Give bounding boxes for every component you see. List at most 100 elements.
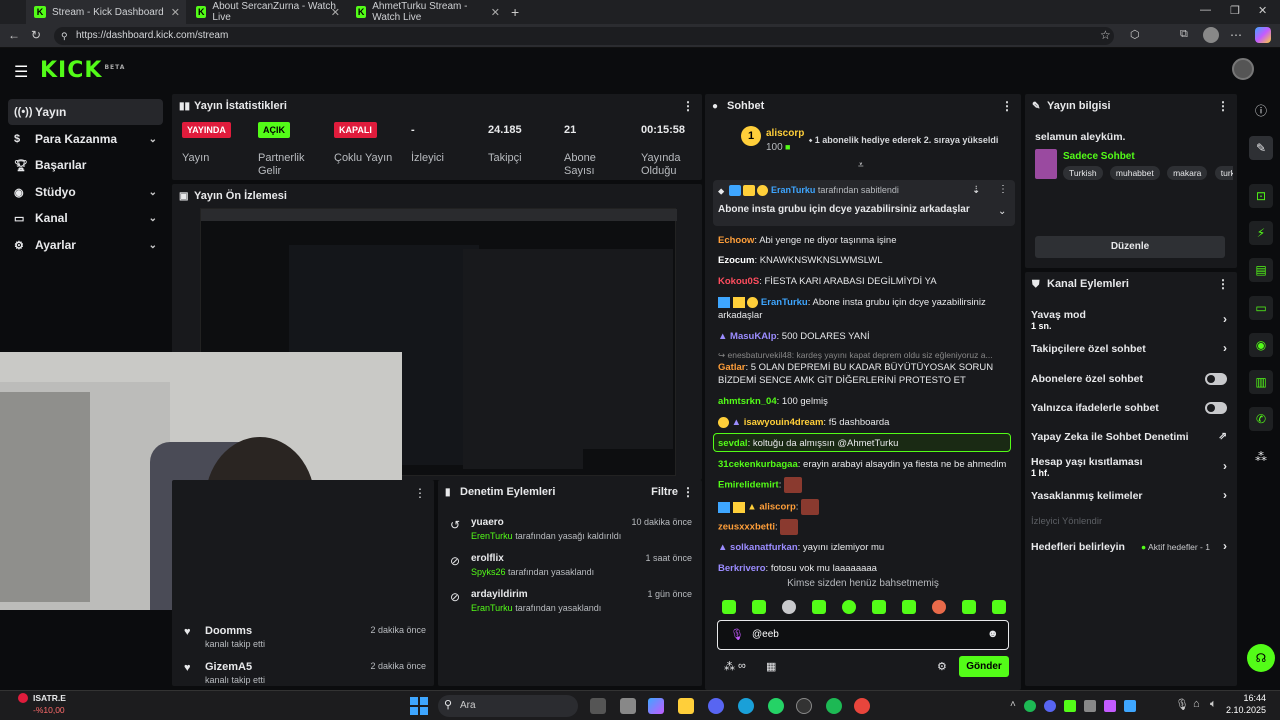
ai-moderation-row[interactable]: Yapay Zeka ile Sohbet Denetimi ⇗ (1031, 431, 1227, 445)
emote-icon[interactable] (992, 600, 1006, 614)
sidebar-item-yayin[interactable]: ((•)) Yayın (8, 99, 163, 125)
banned-words-row[interactable]: Yasaklanmış kelimeler › (1031, 488, 1227, 504)
unpin-icon[interactable]: ⇣ (972, 185, 980, 196)
favorite-star-icon[interactable]: ☆ (1100, 28, 1111, 42)
info-icon[interactable]: ⓘ (1249, 98, 1273, 122)
emote-image[interactable] (801, 499, 820, 515)
filter-button[interactable]: Filtre (651, 486, 678, 498)
chat-input-text[interactable]: @eeb (752, 629, 779, 640)
emote-icon[interactable] (842, 600, 856, 614)
taskbar-search[interactable]: ⚲ Ara (438, 695, 578, 717)
goals-row[interactable]: Hedefleri belirleyin ● Aktif hedefler - 1… (1031, 539, 1227, 555)
more-options-icon[interactable]: ⋮ (682, 99, 694, 113)
minimize-icon[interactable]: — (1200, 4, 1211, 16)
category-name[interactable]: Sadece Sohbet (1063, 151, 1135, 162)
chat-username[interactable]: EranTurku (761, 297, 808, 308)
microphone-tray-icon[interactable]: 🎙︎ (1175, 698, 1189, 711)
edit-icon[interactable]: ✎ (1249, 136, 1273, 160)
chat-username[interactable]: Echoow (718, 235, 754, 246)
broadcast-icon[interactable]: ◉ (1249, 333, 1273, 357)
sidebar-item-kanal[interactable]: ▭ Kanal ⌄ (8, 205, 163, 231)
tray-chevron-icon[interactable]: ˄ (1010, 699, 1016, 710)
layers-icon[interactable]: ▥ (1249, 370, 1273, 394)
gift-shop-icon[interactable]: ▦ (766, 660, 776, 673)
moderated-user[interactable]: erolflix (471, 553, 504, 564)
follower-name[interactable]: Doomms (205, 625, 252, 637)
chat-username[interactable]: solkanatfurkan (730, 542, 798, 553)
moderated-user[interactable]: ardayildirim (471, 589, 528, 600)
chat-input-box[interactable]: 🎙︎ @eeb ☻ (717, 620, 1009, 650)
tab-sercanzurna[interactable]: K About SercanZurna - Watch Live ✕ (188, 0, 346, 24)
sidebar-item-para-kazanma[interactable]: $ Para Kazanma ⌄ (8, 126, 163, 152)
chat-username[interactable]: isawyouin4dream (744, 417, 824, 428)
lightning-icon[interactable]: ⚡︎ (1249, 221, 1273, 245)
chat-settings-icon[interactable]: ⚙ (937, 660, 947, 673)
chat-username[interactable]: ahmtsrkn_04 (718, 396, 777, 407)
file-explorer-icon[interactable] (678, 698, 694, 714)
steam-icon[interactable] (796, 698, 812, 714)
emote-icon[interactable] (932, 600, 946, 614)
infinity-icon[interactable]: ∞ (738, 660, 746, 672)
emote-image[interactable] (784, 477, 802, 493)
whatsapp-icon[interactable] (768, 698, 784, 714)
follower-name[interactable]: GizemA5 (205, 661, 252, 673)
close-tab-icon[interactable]: ✕ (491, 6, 500, 19)
back-icon[interactable]: ← (8, 28, 20, 42)
emote-icon[interactable] (872, 600, 886, 614)
tray-pen-icon[interactable] (1104, 700, 1116, 712)
chat-username[interactable]: Berkrivero (718, 563, 766, 574)
collections-icon[interactable]: ⧉ (1180, 28, 1188, 41)
followers-only-row[interactable]: Takipçilere özel sohbet › (1031, 341, 1227, 357)
close-window-icon[interactable]: ✕ (1258, 4, 1267, 17)
chrome-icon[interactable] (854, 698, 870, 714)
url-field[interactable]: ⚲ https://dashboard.kick.com/stream (54, 27, 1114, 45)
wrench-icon[interactable]: ✆ (1249, 407, 1273, 431)
tag-chip[interactable]: turk (1214, 166, 1233, 180)
tray-nvidia-icon[interactable] (1064, 700, 1076, 712)
bot-icon[interactable]: ⁂ (724, 660, 735, 673)
stock-ticker[interactable]: ISATR.E (33, 693, 66, 703)
pinned-message[interactable]: ⬥ EranTurku tarafından sabitlendi ⇣ ⋮ Ab… (713, 180, 1015, 226)
clock-date[interactable]: 2.10.2025 (1220, 705, 1266, 715)
emote-image[interactable] (780, 519, 799, 535)
subscribers-only-toggle[interactable] (1205, 373, 1227, 385)
emote-icon[interactable] (902, 600, 916, 614)
more-options-icon[interactable]: ⋮ (998, 184, 1008, 195)
support-headset-icon[interactable]: ☊ (1247, 644, 1275, 672)
discord-icon[interactable] (708, 698, 724, 714)
site-info-icon[interactable]: ⚲ (61, 27, 68, 45)
emote-icon[interactable] (962, 600, 976, 614)
emote-icon[interactable] (752, 600, 766, 614)
tag-chip[interactable]: muhabbet (1109, 166, 1160, 180)
more-options-icon[interactable]: ⋮ (1217, 99, 1229, 113)
chat-username[interactable]: 31cekenkurbagaa (718, 459, 798, 470)
task-view-icon[interactable] (590, 698, 606, 714)
extensions-icon[interactable]: ⬡ (1130, 28, 1140, 41)
volume-icon[interactable]: 🔈︎ (1210, 698, 1217, 711)
send-button[interactable]: Gönder (959, 656, 1009, 677)
scan-icon[interactable]: ⊡ (1249, 184, 1273, 208)
tray-spotify-icon[interactable] (1024, 700, 1036, 712)
tag-chip[interactable]: makara (1167, 166, 1208, 180)
chat-username[interactable]: Ezocum (718, 255, 754, 266)
moderator-name[interactable]: EranTurku (471, 603, 513, 613)
pinned-by[interactable]: EranTurku (771, 185, 815, 195)
tray-wallpaper-icon[interactable] (1124, 700, 1136, 712)
chat-username[interactable]: sevdal (718, 438, 748, 449)
sidebar-item-ayarlar[interactable]: ⚙ Ayarlar ⌄ (8, 232, 163, 258)
spotify-icon[interactable] (826, 698, 842, 714)
chat-username[interactable]: zeusxxxbetti (718, 522, 775, 533)
tab-kick-dashboard[interactable]: K Stream - Kick Dashboard ✕ (26, 0, 186, 24)
copilot-icon[interactable] (1255, 27, 1271, 43)
more-options-icon[interactable]: ⋮ (414, 486, 426, 500)
emotes-only-toggle[interactable] (1205, 402, 1227, 414)
chat-username[interactable]: Emirelidemirt (718, 480, 779, 491)
more-options-icon[interactable]: ⋮ (1217, 277, 1229, 291)
edit-button[interactable]: Düzenle (1035, 236, 1225, 258)
more-options-icon[interactable]: ⋮ (1001, 99, 1013, 113)
chat-username[interactable]: MasuKAlp (730, 331, 776, 342)
account-age-row[interactable]: Hesap yaşı kısıtlaması 1 hf. › (1031, 456, 1227, 480)
close-tab-icon[interactable]: ✕ (331, 6, 340, 19)
emote-icon[interactable] (722, 600, 736, 614)
user-avatar[interactable] (1232, 58, 1254, 80)
